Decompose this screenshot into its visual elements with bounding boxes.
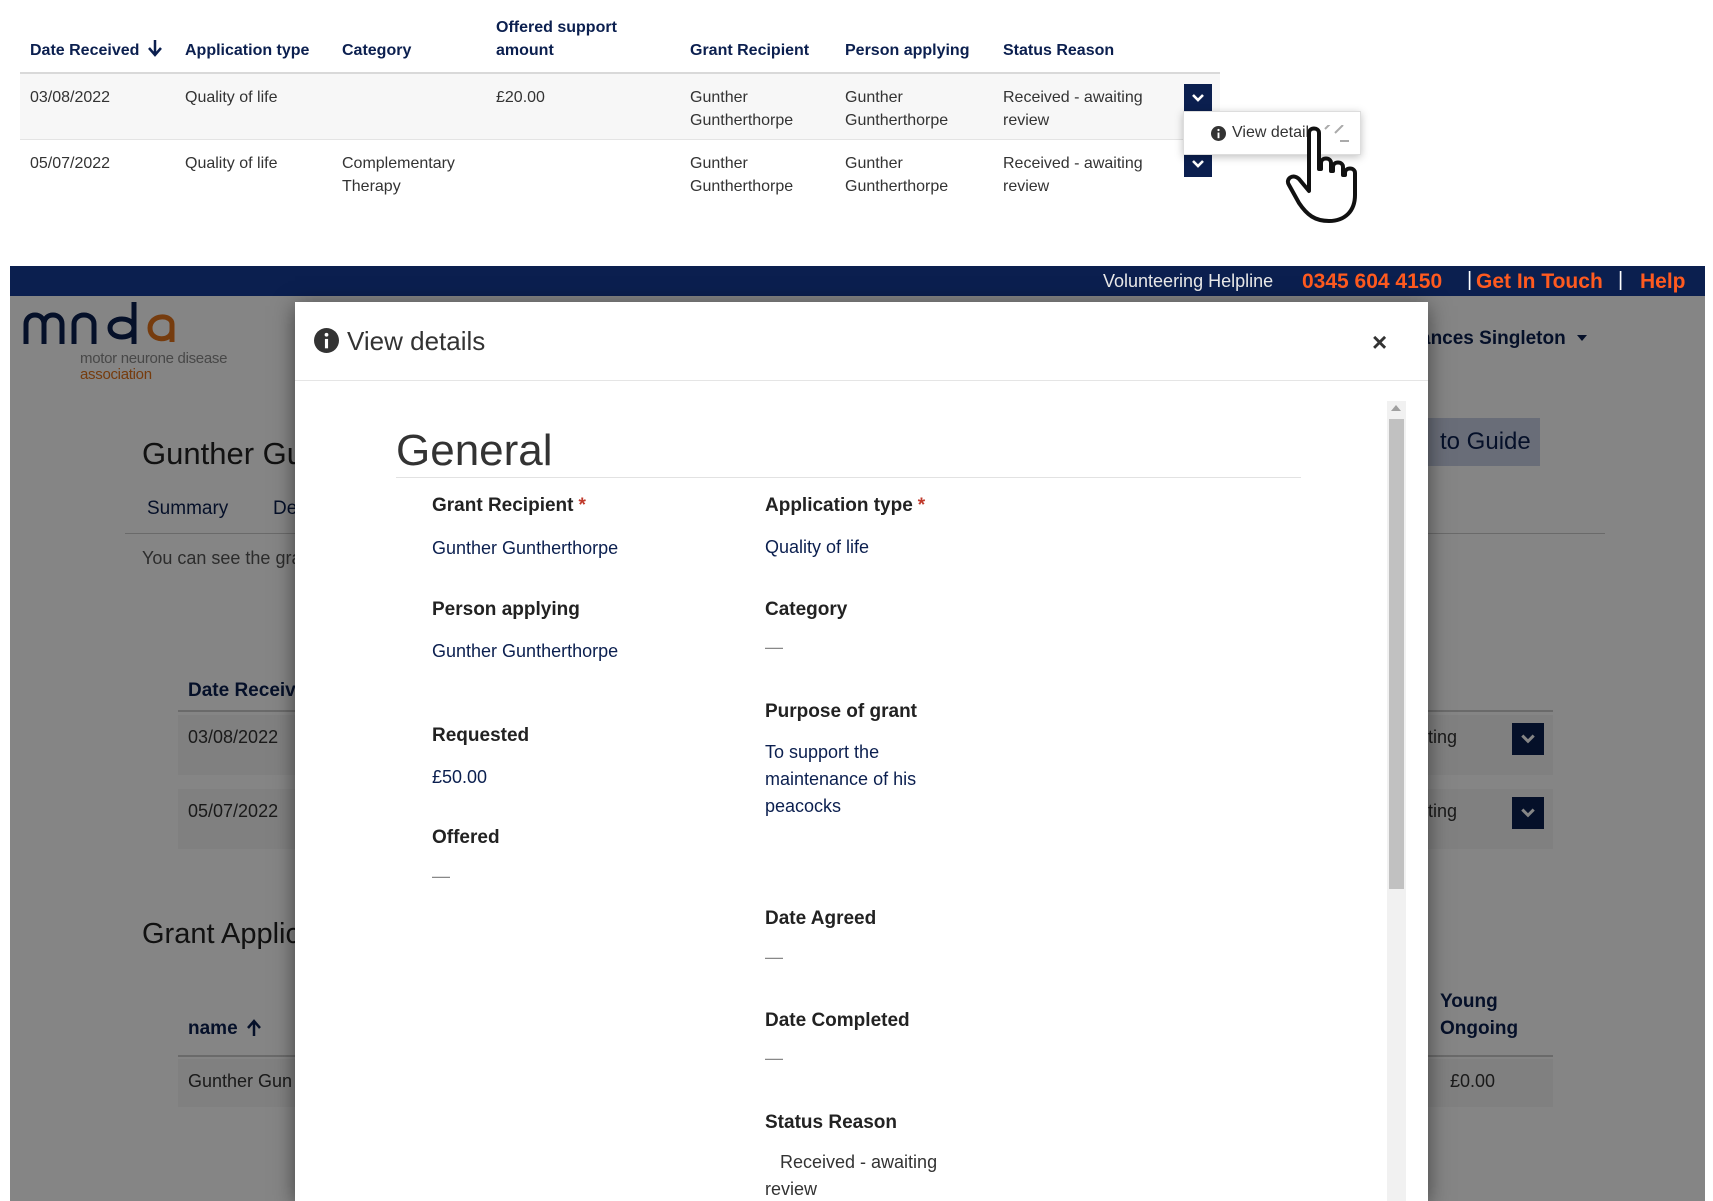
category-value: — [765, 637, 783, 657]
th-person-applying[interactable]: Person applying [845, 39, 969, 62]
help-link[interactable]: Help [1640, 270, 1686, 294]
application-type-label: Application type * [765, 495, 926, 516]
scrollbar-thumb[interactable] [1389, 419, 1404, 889]
table-row: 03/08/2022 Quality of life £20.00 Gunthe… [20, 74, 1220, 140]
th-application-type[interactable]: Application type [185, 39, 309, 62]
close-icon[interactable]: × [1372, 329, 1387, 355]
offered-value: — [432, 866, 450, 886]
offered-label: Offered [432, 827, 500, 848]
cell-date: 05/07/2022 [30, 155, 111, 172]
person-applying-label: Person applying [432, 599, 580, 620]
excerpt-table: Date Received Application type Category … [20, 14, 1220, 206]
helpline-phone-link[interactable]: 0345 604 4150 [1302, 270, 1442, 294]
date-completed-value: — [765, 1048, 783, 1068]
modal-header: View details × [295, 302, 1428, 381]
person-applying-value[interactable]: Gunther Guntherthorpe [432, 638, 642, 665]
separator: | [1618, 269, 1624, 291]
view-details-modal: View details × General Grant Recipient * … [295, 302, 1428, 1201]
table-row: 05/07/2022 Quality of life Complementary… [20, 140, 1220, 206]
application-type-value: Quality of life [765, 537, 870, 557]
cell-status-reason: Received - awaiting review [1003, 155, 1143, 195]
section-divider [396, 477, 1301, 478]
date-agreed-label: Date Agreed [765, 908, 877, 929]
requested-value: £50.00 [432, 767, 488, 787]
chevron-down-icon [1192, 159, 1204, 168]
row-actions-dropdown-button[interactable] [1184, 84, 1212, 111]
date-agreed-value: — [765, 947, 783, 967]
scroll-up-arrow-icon[interactable] [1391, 405, 1401, 411]
category-label: Category [765, 599, 848, 620]
cell-person-applying: Gunther Guntherthorpe [845, 89, 949, 129]
separator: | [1467, 269, 1473, 291]
purpose-of-grant-label: Purpose of grant [765, 701, 918, 722]
cell-date: 03/08/2022 [30, 89, 111, 106]
info-icon [314, 328, 339, 353]
th-category[interactable]: Category [342, 39, 411, 62]
cell-status-reason: Received - awaiting review [1003, 89, 1143, 129]
cell-application-type: Quality of life [185, 155, 278, 172]
info-icon [1211, 125, 1226, 141]
chevron-down-icon [1192, 93, 1204, 102]
cell-application-type: Quality of life [185, 89, 278, 106]
modal-title: View details [347, 326, 486, 356]
modal-scrollbar[interactable] [1387, 401, 1406, 1201]
th-date-received[interactable]: Date Received [30, 39, 162, 62]
date-completed-label: Date Completed [765, 1010, 910, 1031]
grant-table-excerpt: Date Received Application type Category … [20, 14, 1220, 206]
required-marker: * [578, 495, 586, 516]
volunteering-helpline-label: Volunteering Helpline [1103, 271, 1274, 291]
status-reason-value: Received - awaiting review [765, 1152, 938, 1199]
grant-recipient-label: Grant Recipient * [432, 495, 586, 516]
get-in-touch-link[interactable]: Get In Touch [1476, 270, 1603, 294]
required-marker: * [917, 495, 926, 516]
cell-offered: £20.00 [496, 89, 545, 106]
cell-grant-recipient: Gunther Guntherthorpe [690, 155, 794, 195]
top-utility-bar: Volunteering Helpline 0345 604 4150 | Ge… [10, 266, 1705, 296]
hand-cursor-icon [1286, 125, 1357, 223]
th-offered-support-amount[interactable]: Offered support amount [496, 16, 617, 62]
status-reason-label: Status Reason [765, 1112, 897, 1133]
grant-recipient-value[interactable]: Gunther Guntherthorpe [432, 535, 642, 562]
th-status-reason[interactable]: Status Reason [1003, 39, 1114, 62]
purpose-of-grant-value: To support the maintenance of his peacoc… [765, 742, 917, 816]
arrow-down-icon [147, 40, 162, 57]
cell-grant-recipient: Gunther Guntherthorpe [690, 89, 794, 129]
excerpt-table-header: Date Received Application type Category … [20, 14, 1220, 74]
requested-label: Requested [432, 725, 530, 746]
section-title-general: General [396, 426, 553, 475]
cell-person-applying: Gunther Guntherthorpe [845, 155, 949, 195]
th-grant-recipient[interactable]: Grant Recipient [690, 39, 809, 62]
cell-category: Complementary Therapy [342, 155, 455, 195]
